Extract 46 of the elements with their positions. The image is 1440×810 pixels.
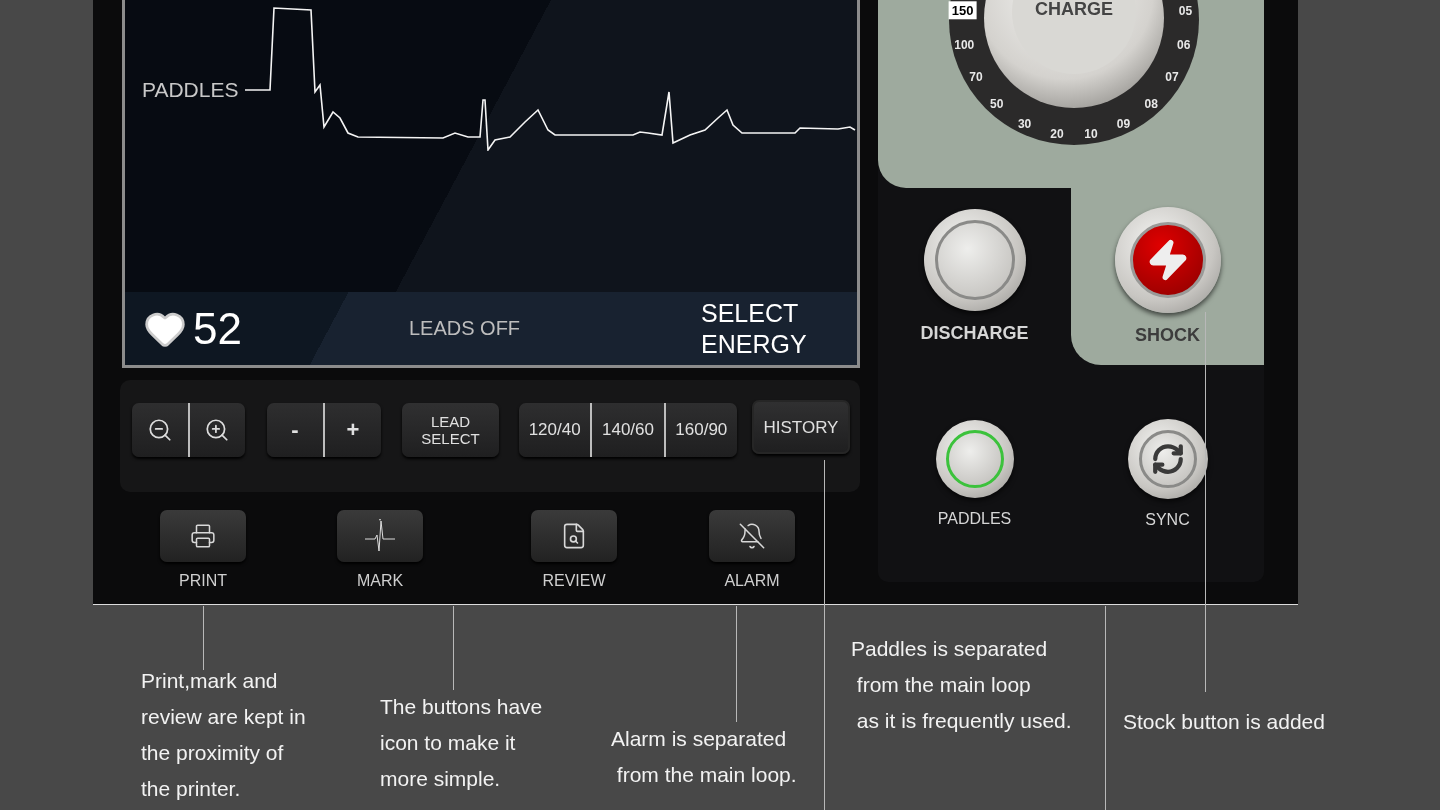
button-label: SHOCK [1135,325,1200,346]
alarm-button[interactable] [709,510,795,562]
adjust-button[interactable]: - [267,403,323,457]
button-label: ALARM [724,572,780,590]
dial-value: 10 [1084,126,1098,141]
preset-button[interactable]: 160/90 [663,403,737,457]
history-button[interactable]: HISTORY [752,400,850,454]
review-button[interactable] [531,510,617,562]
preset-button[interactable]: 140/60 [590,403,664,457]
ecg-marker-icon [363,519,397,553]
bell-off-icon [738,522,766,550]
leads-status: LEADS OFF [408,317,521,340]
dial-value: 150 [948,1,977,20]
leader-line [203,606,204,670]
zoom-in-icon [204,417,231,443]
annotation-text: Stock button is added [1123,709,1326,735]
mark-button[interactable] [337,510,423,562]
energy-prompt: SELECT ENERGY [701,297,808,360]
lead-select-button[interactable]: LEAD SELECT [402,403,499,457]
button-label: MARK [356,572,404,590]
preset-button[interactable]: 120/40 [519,403,591,457]
trace-label: PADDLES [142,78,239,102]
printer-icon [190,523,216,549]
annotation-text: Print,mark and review are kept in the proximity of the printer. [141,668,307,802]
heart-rate: 52 [193,303,242,354]
button-label: SYNC [1145,510,1190,529]
sync-icon [1150,441,1185,476]
dial-value: 70 [969,70,983,85]
button-label: DISCHARGE [920,323,1029,344]
shock-button[interactable] [1114,207,1221,313]
dial-value: 20 [1050,126,1064,141]
annotation-text: Paddles is separated from the main loop as it is frequently used. [851,636,1073,734]
dial-value: 06 [1177,38,1191,53]
dial-value: 05 [1178,4,1193,19]
dial-value: 07 [1165,70,1179,85]
annotation-text: Alarm is separated from the main loop. [611,726,798,788]
zoom-out-icon [146,417,173,443]
button-label: REVIEW [542,572,606,590]
print-button[interactable] [160,510,246,562]
dial-value: 09 [1116,116,1131,131]
button-label: PADDLES [937,509,1012,528]
annotation-text: The buttons have icon to make it more simple. [380,694,544,792]
button-label: PRINT [179,572,227,590]
adjust-button[interactable]: + [323,403,381,457]
dial-value: 30 [1017,116,1032,131]
dial-value: 100 [954,38,975,53]
